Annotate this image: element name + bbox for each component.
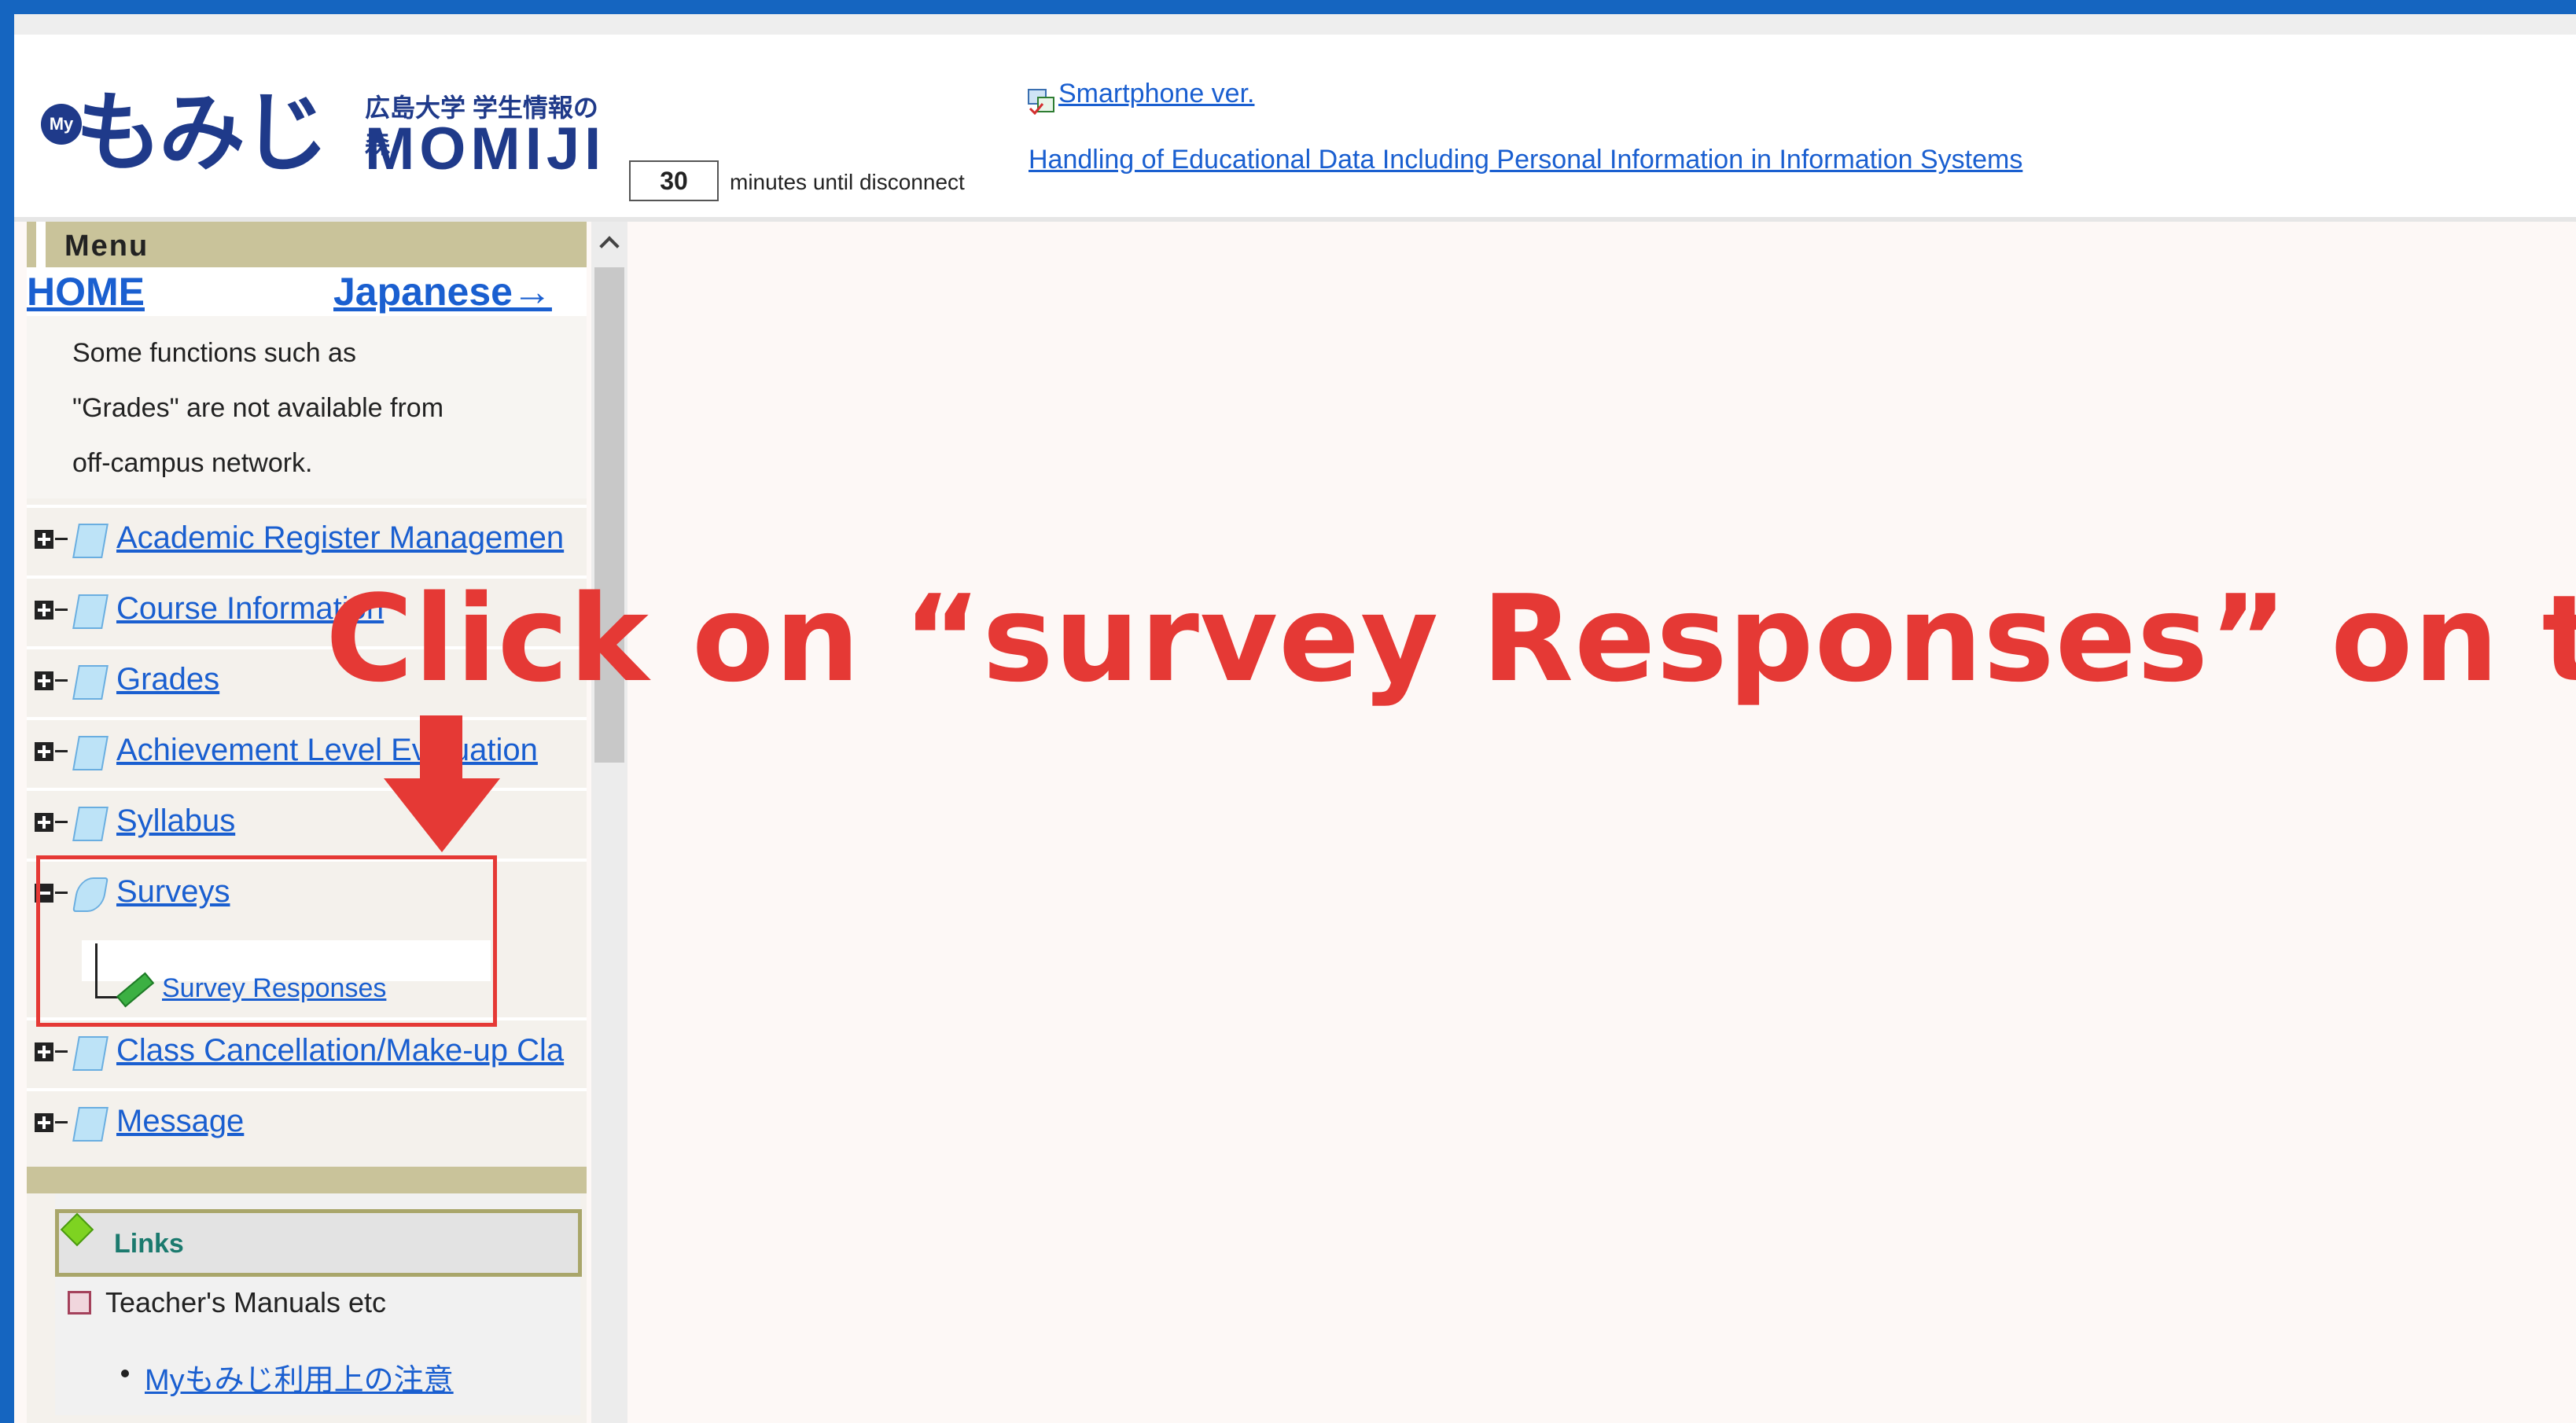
links-title: Links (114, 1229, 184, 1259)
logo-kana: もみじ (75, 83, 329, 183)
menu-header-accent (36, 222, 46, 267)
down-arrow-shaft (420, 715, 462, 780)
book-icon (72, 1036, 109, 1071)
book-icon (72, 736, 109, 770)
home-link[interactable]: HOME (27, 269, 145, 314)
momiji-logo[interactable]: My もみじ 広島大学 学生情報の森 MOMIJI (25, 74, 615, 208)
book-icon (72, 807, 109, 841)
book-icon (72, 1107, 109, 1142)
menu-title: Menu (64, 230, 149, 263)
expand-icon[interactable] (35, 1042, 53, 1061)
links-panel: Links Teacher's Manuals etc Myもみじ利用上の注意 (55, 1193, 582, 1415)
expand-icon[interactable] (35, 742, 53, 761)
book-icon (72, 524, 109, 558)
offcampus-notice: Some functions such as "Grades" are not … (27, 316, 587, 498)
tree-dash (55, 1121, 68, 1123)
smartphone-link[interactable]: Smartphone ver. (1058, 79, 1254, 109)
expand-icon[interactable] (35, 671, 53, 690)
menu-item-label[interactable]: Syllabus (116, 803, 235, 839)
expand-icon[interactable] (35, 813, 53, 832)
tree-dash (55, 538, 68, 540)
handling-data-link[interactable]: Handling of Educational Data Including P… (1029, 145, 2022, 175)
expand-icon[interactable] (35, 601, 53, 620)
expand-icon[interactable] (35, 1113, 53, 1132)
square-bullet-icon (68, 1291, 91, 1315)
menu-header: Menu (27, 222, 587, 267)
home-row: HOME Japanese→ (27, 267, 587, 316)
highlight-box (36, 855, 497, 1027)
logo-roman: MOMIJI (365, 116, 606, 182)
book-icon (72, 594, 109, 629)
tree-dash (55, 609, 68, 611)
down-arrow-icon (384, 778, 500, 852)
sidebar-scrollbar[interactable] (591, 222, 627, 1423)
menu-footer (27, 1167, 587, 1193)
menu-item-label[interactable]: Class Cancellation/Make-up Cla (116, 1033, 564, 1068)
menu-item-class-cancellation[interactable]: Class Cancellation/Make-up Cla (27, 1017, 587, 1088)
links-header: Links (55, 1209, 582, 1277)
top-strip (14, 14, 2576, 35)
teachers-manuals-label: Teacher's Manuals etc (105, 1286, 387, 1318)
smartphone-icon[interactable] (1027, 86, 1055, 115)
tree-dash (55, 1050, 68, 1053)
browser-content: My もみじ 広島大学 学生情報の森 MOMIJI 30 minutes unt… (14, 14, 2576, 1423)
tree-dash (55, 750, 68, 752)
header: My もみじ 広島大学 学生情報の森 MOMIJI 30 minutes unt… (14, 35, 2576, 222)
menu-item-label[interactable]: Academic Register Managemen (116, 520, 564, 556)
usage-notes-link[interactable]: Myもみじ利用上の注意 (145, 1355, 454, 1399)
gem-icon (60, 1212, 94, 1247)
notice-line-2: "Grades" are not available from (72, 393, 444, 423)
menu-item-label[interactable]: Message (116, 1104, 244, 1139)
menu-item-message[interactable]: Message (27, 1088, 587, 1159)
menu-item-label[interactable]: Achievement Level Evaluation (116, 733, 538, 768)
menu-item-achievement-level[interactable]: Achievement Level Evaluation (27, 717, 587, 788)
book-icon (72, 665, 109, 700)
disconnect-timer: 30 (629, 160, 719, 201)
notice-line-1: Some functions such as (72, 338, 356, 368)
expand-icon[interactable] (35, 530, 53, 549)
tree-dash (55, 821, 68, 823)
notice-line-3: off-campus network. (72, 448, 313, 478)
instruction-text: Click on “survey Responses” on the menu. (326, 569, 2576, 708)
menu-item-label[interactable]: Grades (116, 662, 219, 697)
disconnect-timer-label: minutes until disconnect (730, 170, 965, 194)
scroll-up-icon[interactable] (599, 236, 620, 256)
menu-item-syllabus[interactable]: Syllabus (27, 788, 587, 859)
tree-dash (55, 679, 68, 682)
menu-item-academic-register[interactable]: Academic Register Managemen (27, 505, 587, 575)
japanese-link[interactable]: Japanese→ (333, 269, 552, 314)
bullet-icon (121, 1370, 129, 1377)
